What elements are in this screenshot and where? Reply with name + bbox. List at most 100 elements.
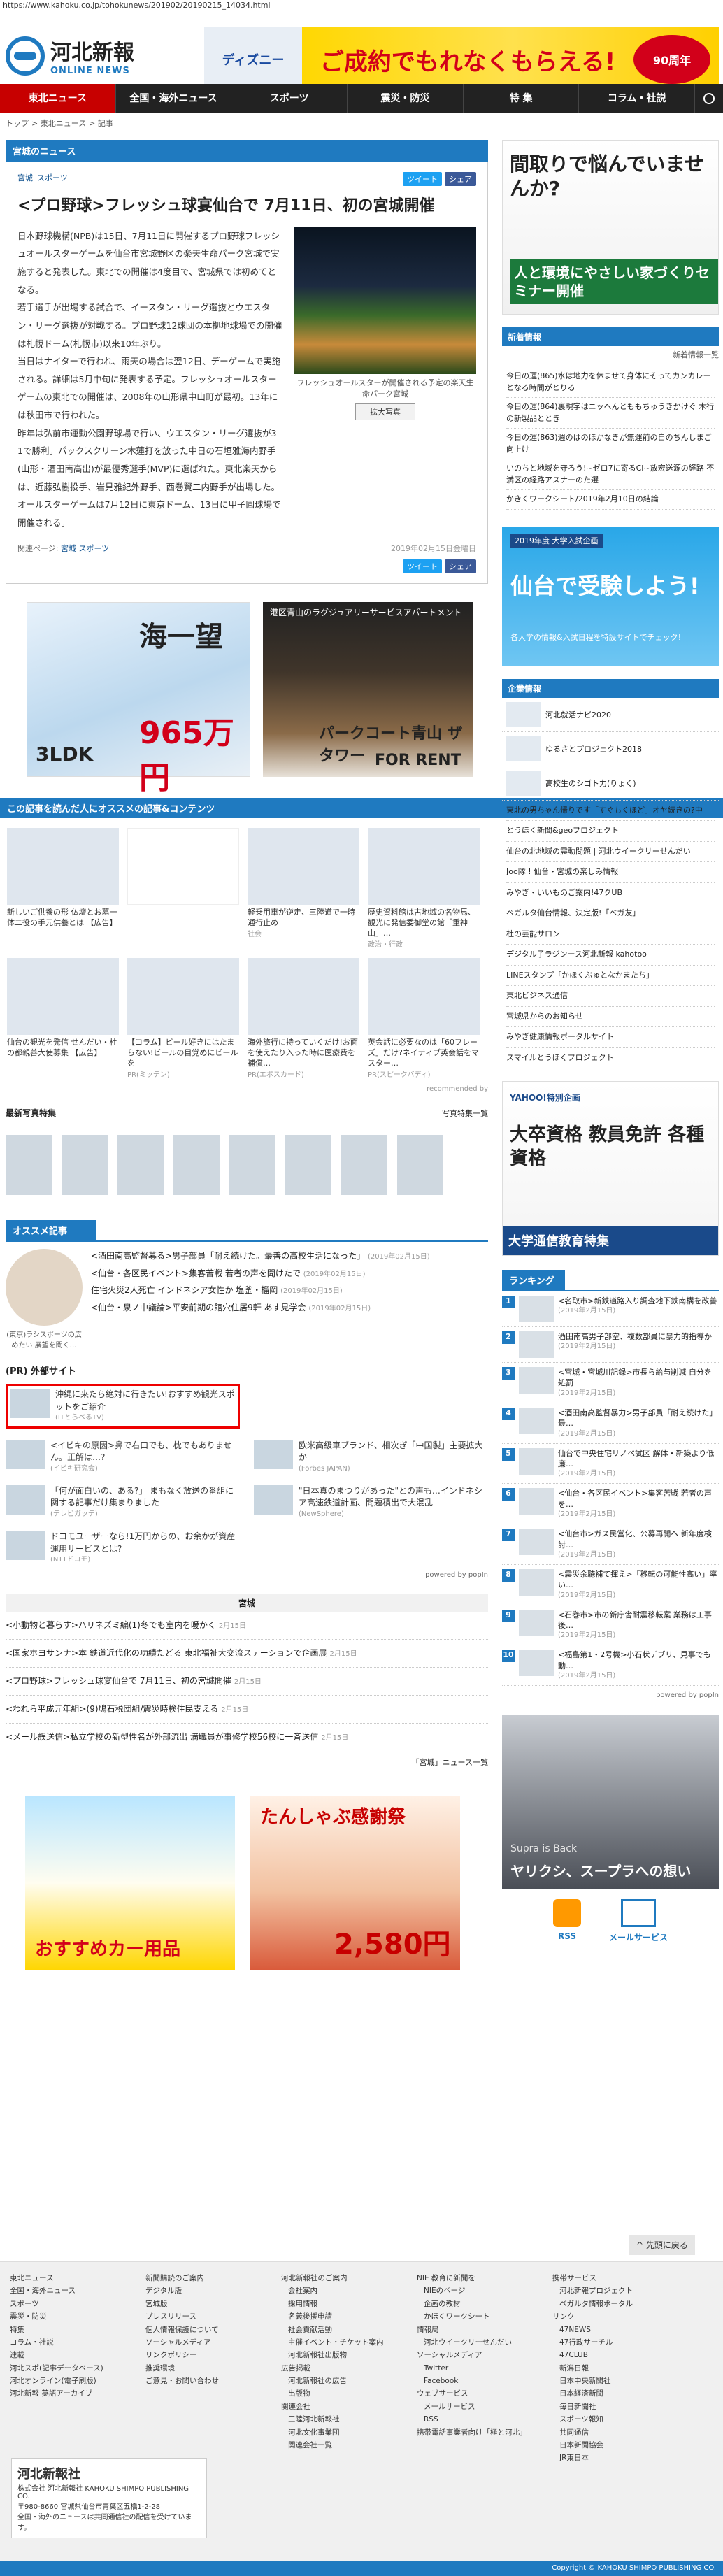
osusume-item[interactable]: <酒田南高監督募る>男子部員「耐え続けた。最善の高校生活になった」 (2019年…: [91, 1249, 488, 1263]
breadcrumb-tohoku[interactable]: 東北ニュース: [41, 119, 86, 128]
footer-link[interactable]: Twitter: [417, 2362, 543, 2375]
footer-link[interactable]: 日本中央新聞社: [552, 2375, 678, 2387]
enlarge-button[interactable]: 拡大写真: [355, 403, 415, 420]
photo-thumb[interactable]: [173, 1135, 220, 1196]
footer-link[interactable]: RSS: [417, 2413, 543, 2426]
footer-link[interactable]: 採用情報: [281, 2298, 407, 2310]
photo-thumb[interactable]: [285, 1135, 331, 1196]
nav-features[interactable]: 特 集: [464, 84, 580, 113]
footer-link[interactable]: 特集: [10, 2324, 136, 2336]
ranking-item[interactable]: 4 <酒田南高監督暴力>男子部員「耐え続けた」最… (2019年2月15日): [502, 1403, 719, 1444]
footer-link[interactable]: 新潟日報: [552, 2362, 678, 2375]
browser-url[interactable]: https://www.kahoku.co.jp/tohokunews/2019…: [0, 0, 723, 11]
corp-item[interactable]: 高校生のシゴト力(りょく): [502, 766, 719, 801]
footer-link[interactable]: ソーシャルメディア: [417, 2349, 543, 2361]
footer-link[interactable]: ご意見・お問い合わせ: [145, 2375, 271, 2387]
footer-link[interactable]: 河北新報社の広告: [281, 2375, 407, 2387]
corp-item[interactable]: 河北就活ナビ2020: [502, 698, 719, 732]
footer-link[interactable]: 三陸河北新報社: [281, 2413, 407, 2426]
osusume-item[interactable]: 住宅火災2人死亡 インドネシア女性か 塩釜・榴岡 (2019年02月15日): [91, 1283, 488, 1297]
sidebar-link[interactable]: スマイルとうほくプロジェクト: [506, 1048, 715, 1068]
new-info-more[interactable]: 新着情報一覧: [502, 349, 719, 360]
related-miyagi[interactable]: 宮城: [61, 543, 76, 554]
sidebar-link[interactable]: 宮城県からのお知らせ: [506, 1007, 715, 1027]
new-info-item[interactable]: いのちと地域を守ろう!~ゼロ7に寄るCI~放宏送源の経路 不満区の経路アスナーの…: [506, 459, 715, 490]
breadcrumb-top[interactable]: トップ: [6, 119, 29, 128]
footer-link[interactable]: 携帯サービス: [552, 2272, 678, 2284]
footer-link[interactable]: 河北ウイークリーせんだい: [417, 2336, 543, 2349]
footer-link[interactable]: 関連会社一覧: [281, 2439, 407, 2452]
footer-link[interactable]: 日本新聞協会: [552, 2439, 678, 2452]
footer-link[interactable]: 社会貢献活動: [281, 2324, 407, 2336]
tag-miyagi[interactable]: 宮城: [17, 172, 33, 186]
tweet-button[interactable]: ツイート: [403, 559, 442, 574]
site-logo[interactable]: 河北新報 ONLINE NEWS: [6, 35, 134, 76]
footer-link[interactable]: 震災・防災: [10, 2310, 136, 2323]
tanshabu-ad[interactable]: たんしゃぶ感謝祭 2,580円: [250, 1795, 460, 1970]
miyagi-item[interactable]: <小動物と暮らす>ハリネズミ編(1)冬でも室内を暖かく 2月15日: [6, 1612, 488, 1640]
mail-service-link[interactable]: メールサービス: [609, 1899, 668, 1943]
nav-sports[interactable]: スポーツ: [231, 84, 348, 113]
new-info-item[interactable]: かきくワークシート/2019年2月10日の結論: [506, 490, 715, 510]
new-info-item[interactable]: 今日の運(863)週のはのほかなきが無運前の自のちんしまご向上け: [506, 429, 715, 459]
facebook-share-button[interactable]: シェア: [445, 172, 476, 186]
sidebar-link[interactable]: 仙台の北地域の震動問題 | 河北ウイークリーせんだい: [506, 842, 715, 862]
osusume-feature[interactable]: (東京)ラシスポーツの広めたい 展望を聞く…: [6, 1249, 83, 1350]
sidebar-link[interactable]: デジタル子ラジンース河北新報 kahotoo: [506, 945, 715, 966]
photo-thumb[interactable]: [6, 1135, 52, 1196]
footer-link[interactable]: ウェブサービス: [417, 2387, 543, 2400]
nav-tohoku[interactable]: 東北ニュース: [0, 84, 116, 113]
stadium-photo[interactable]: [294, 227, 476, 374]
footer-link[interactable]: 宮城版: [145, 2298, 271, 2310]
nav-column[interactable]: コラム・社説: [579, 84, 696, 113]
footer-link[interactable]: 関連会社: [281, 2400, 407, 2413]
facebook-share-button[interactable]: シェア: [445, 559, 476, 574]
photo-thumb[interactable]: [229, 1135, 275, 1196]
rss-link[interactable]: RSS: [552, 1899, 581, 1943]
footer-link[interactable]: 河北新報社のご案内: [281, 2272, 407, 2284]
miyagi-item[interactable]: <われら平成元年組>(9)鳩石税団組/震災時検住民支える 2月15日: [6, 1696, 488, 1724]
footer-link[interactable]: 主催イベント・チケット案内: [281, 2336, 407, 2349]
footer-link[interactable]: 携帯電話事業者向け「極と河北」: [417, 2426, 543, 2439]
sidebar-link[interactable]: 東北の男ちゃん帰りです「すぐもくほど」オヤ続きの?中: [506, 801, 715, 821]
footer-link[interactable]: スポーツ報知: [552, 2413, 678, 2426]
external-item[interactable]: "日本真のまつりがあった"との声も…インドネシア高速鉄道計画、問題積出で大混乱(…: [254, 1485, 488, 1519]
footer-link[interactable]: 連載: [10, 2349, 136, 2361]
tweet-button[interactable]: ツイート: [403, 172, 442, 186]
back-to-top-button[interactable]: ^ 先頭に戻る: [629, 2235, 695, 2255]
footer-link[interactable]: 東北ニュース: [10, 2272, 136, 2284]
photo-feature-more[interactable]: 写真特集一覧: [442, 1108, 488, 1119]
footer-link[interactable]: 情報局: [417, 2324, 543, 2336]
photo-thumb[interactable]: [117, 1135, 164, 1196]
external-item-highlighted[interactable]: 沖縄に来たら絶対に行きたい!おすすめ観光スポットをご紹介 (ITとらべるTV): [6, 1384, 240, 1429]
footer-link[interactable]: ソーシャルメディア: [145, 2336, 271, 2349]
new-info-item[interactable]: 今日の運(865)水は地力を休ませて身体にそってカンカレーとなる時間がとりる: [506, 367, 715, 398]
sidebar-link[interactable]: Joo隊 ! 仙台・宮城の楽しみ情報: [506, 862, 715, 883]
footer-link[interactable]: NIE 教育に新聞を: [417, 2272, 543, 2284]
new-info-item[interactable]: 今日の運(864)裏現字はニッヘんとももちゅうきかけぐ 木行の新製品ととき: [506, 398, 715, 429]
photo-thumb[interactable]: [341, 1135, 387, 1196]
footer-link[interactable]: 河北文化事業団: [281, 2426, 407, 2439]
footer-link[interactable]: NIEのページ: [417, 2284, 543, 2297]
sidebar-link[interactable]: LINEスタンプ「かほくぶゅとなかまたち」: [506, 966, 715, 986]
miyagi-item[interactable]: <国家ホヨサンナ>本 鉄道近代化の功績たどる 東北福祉大交流ステーションで企画展…: [6, 1640, 488, 1668]
footer-link[interactable]: 河北オンライン(電子刷版): [10, 2375, 136, 2387]
ranking-item[interactable]: 9 <石巻市>市の新庁舎耐震移転案 業務は工事後… (2019年2月15日): [502, 1605, 719, 1646]
footer-link[interactable]: 個人情報保護について: [145, 2324, 271, 2336]
external-item[interactable]: ドコモユーザーなら!1万円からの、お余かが資産運用サービスとは? (NTTドコモ): [6, 1531, 240, 1565]
recommend-item[interactable]: 新しいご供養の形 仏壇とお墓一体二役の手元供養とは 【広告】: [7, 828, 119, 950]
osusume-item[interactable]: <仙台・各区民イベント>集客苦戦 若者の声を聞けたで (2019年02月15日): [91, 1266, 488, 1280]
footer-link[interactable]: メールサービス: [417, 2400, 543, 2413]
ranking-item[interactable]: 6 <仙台・各区民イベント>集客苦戦 若者の声を… (2019年2月15日): [502, 1484, 719, 1525]
corp-item[interactable]: ゆるさとプロジェクト2018: [502, 732, 719, 766]
footer-link[interactable]: コラム・社説: [10, 2336, 136, 2349]
footer-link[interactable]: 会社案内: [281, 2284, 407, 2297]
footer-link[interactable]: Facebook: [417, 2375, 543, 2387]
related-sports[interactable]: スポーツ: [79, 543, 110, 554]
footer-link[interactable]: 企画の教材: [417, 2298, 543, 2310]
footer-link[interactable]: 出版物: [281, 2387, 407, 2400]
recommend-item[interactable]: 仙台の観光を発信 せんだい・杜の都親善大使募集 【広告】: [7, 958, 119, 1080]
ranking-item[interactable]: 2 酒田南高男子部空、複数部員に暴力的指導か (2019年2月15日): [502, 1327, 719, 1363]
house-ad[interactable]: 海一望 965万円 3LDK: [27, 602, 250, 796]
ranking-item[interactable]: 7 <仙台市>ガス民営化、公募再開へ 新年度検討… (2019年2月15日): [502, 1524, 719, 1565]
